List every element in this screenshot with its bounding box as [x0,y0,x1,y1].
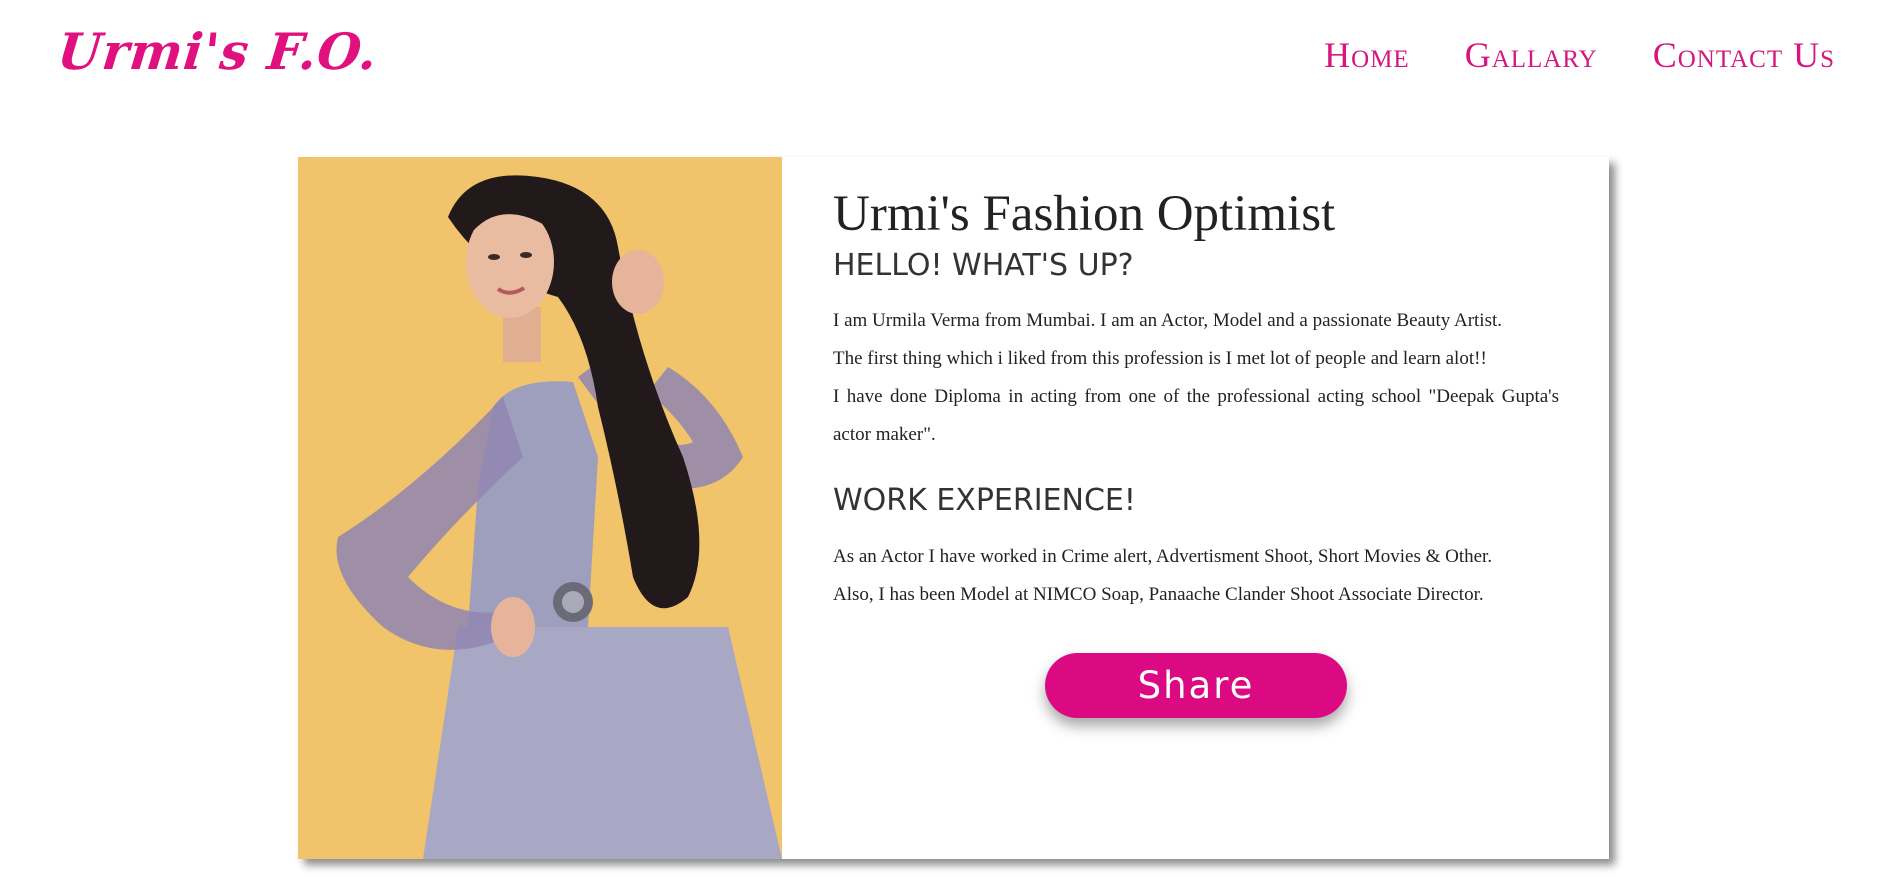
share-button[interactable]: Share [1045,653,1347,718]
greeting-heading: HELLO! WHAT'S UP? [833,248,1134,283]
page-title: Urmi's Fashion Optimist [833,186,1336,242]
bio-line: I have done Diploma in acting from one o… [833,386,1559,445]
bio-line: I am Urmila Verma from Mumbai. I am an A… [833,310,1503,331]
nav-link-contact-us[interactable]: Contact Us [1653,34,1835,76]
main-nav: Home Gallary Contact Us [1324,34,1835,76]
work-line: Also, I has been Model at NIMCO Soap, Pa… [833,584,1484,605]
nav-link-gallary[interactable]: Gallary [1465,34,1598,76]
bio-line: The first thing which i liked from this … [833,348,1487,369]
profile-content: Urmi's Fashion Optimist HELLO! WHAT'S UP… [833,185,1559,614]
bio-paragraph: I am Urmila Verma from Mumbai. I am an A… [833,302,1559,454]
profile-card: Urmi's Fashion Optimist HELLO! WHAT'S UP… [298,157,1609,859]
profile-photo-illustration [298,157,782,859]
work-line: As an Actor I have worked in Crime alert… [833,546,1493,567]
site-logo[interactable]: Urmi's F.O. [55,22,381,81]
site-header: Urmi's F.O. Home Gallary Contact Us [0,0,1887,110]
work-experience-heading: WORK EXPERIENCE! [833,483,1136,518]
work-experience-paragraph: As an Actor I have worked in Crime alert… [833,538,1559,614]
nav-link-home[interactable]: Home [1324,34,1410,76]
profile-photo [298,157,782,859]
